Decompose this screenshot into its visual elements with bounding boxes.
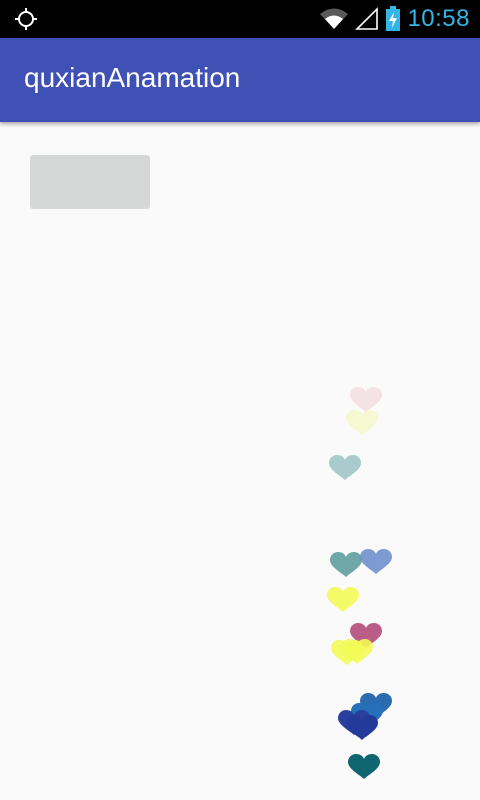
heart-icon xyxy=(338,710,370,735)
status-clock: 10:58 xyxy=(407,5,470,32)
heart-icon xyxy=(346,410,378,435)
heart-icon xyxy=(327,587,359,612)
heart-icon xyxy=(360,549,392,574)
heart-icon xyxy=(331,640,363,665)
app-bar: quxianAnamation xyxy=(0,38,480,122)
heart-icon xyxy=(329,455,361,480)
heart-icon xyxy=(350,623,382,648)
start-animation-button[interactable] xyxy=(30,155,150,209)
wifi-icon xyxy=(320,8,349,29)
app-title: quxianAnamation xyxy=(24,62,241,93)
heart-icon xyxy=(346,715,378,740)
gps-crosshair-icon xyxy=(15,8,37,30)
signal-icon xyxy=(355,7,379,30)
heart-icon xyxy=(351,703,383,728)
heart-icon xyxy=(341,639,373,664)
heart-icon xyxy=(360,693,392,718)
heart-icon xyxy=(348,754,380,779)
status-bar: 10:58 xyxy=(0,0,480,38)
battery-charging-icon xyxy=(386,6,401,31)
heart-icon xyxy=(350,387,382,412)
heart-icon xyxy=(330,552,362,577)
